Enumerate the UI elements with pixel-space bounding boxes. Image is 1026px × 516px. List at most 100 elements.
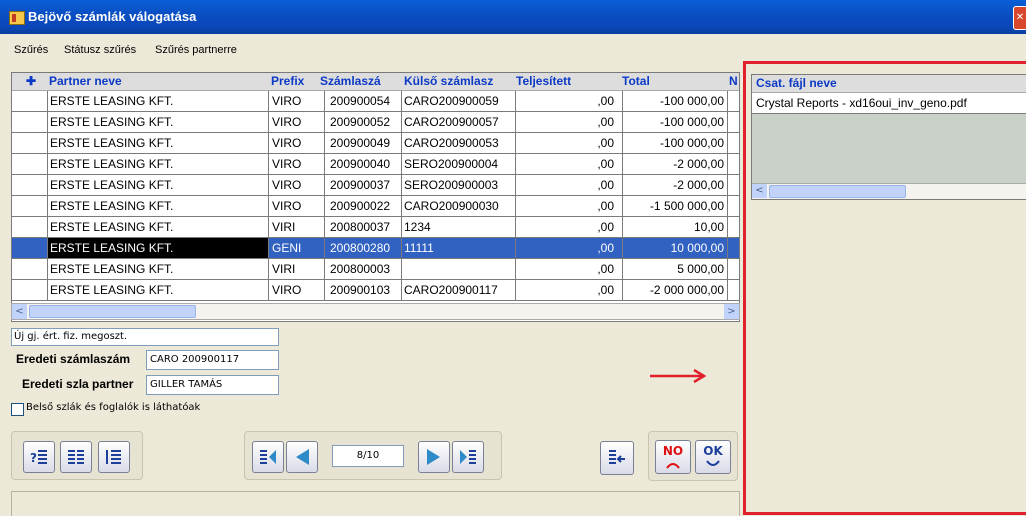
menu-szures[interactable]: Szűrés [14,44,48,56]
teljesitett-cell: ,00 [597,220,614,234]
close-button[interactable]: ✕ [1013,6,1026,30]
table-row[interactable]: ERSTE LEASING KFT. VIRO 200900049 CARO20090… [12,133,739,154]
column-separator [515,259,516,279]
attachment-scrollbar[interactable]: < [752,183,1026,199]
scroll-left-icon[interactable]: < [12,304,27,319]
scroll-thumb[interactable] [29,305,196,318]
menu-statusz-szures[interactable]: Státusz szűrés [64,44,136,56]
help-list-button[interactable]: ? [23,441,55,473]
kulso-szamlaszam-cell: CARO200900059 [404,94,499,108]
table-row[interactable]: ERSTE LEASING KFT. VIRO 200900103 CARO20090… [12,280,739,301]
column-separator [324,133,325,153]
title-bar: Bejövő számlák válogatása ✕ [0,0,1026,34]
eredeti-szamlaszam-input[interactable]: CARO 200900117 [146,350,279,370]
view-buttons-group: ? [11,431,143,480]
belso-checkbox[interactable] [11,403,24,416]
teljesitett-cell: ,00 [597,199,614,213]
previous-record-button[interactable] [286,441,318,473]
row-selector[interactable] [12,238,48,258]
last-record-button[interactable] [452,441,484,473]
table-row[interactable]: ERSTE LEASING KFT. VIRO 200900022 CARO20090… [12,196,739,217]
attachment-scroll-left-icon[interactable]: < [752,184,767,198]
row-selector[interactable] [12,259,48,279]
partner-cell: ERSTE LEASING KFT. [50,136,174,150]
column-separator [324,154,325,174]
column-separator [268,238,269,258]
dialog-buttons-group: NO OK [648,431,738,481]
kulso-szamlaszam-cell: SERO200900003 [404,178,499,192]
row-selector[interactable] [12,280,48,300]
column-separator [727,259,728,279]
attachment-scroll-thumb[interactable] [769,185,906,198]
col-partner-neve[interactable]: Partner neve [49,74,122,88]
col-szamlaszam[interactable]: Számlaszá [320,74,381,88]
column-separator [515,91,516,111]
column-separator [401,175,402,195]
row-selector[interactable] [12,91,48,111]
fiz-megoszt-field[interactable]: Új gj. ért. fiz. megoszt. [11,328,279,346]
eredeti-partner-label: Eredeti szla partner [22,377,134,391]
col-kulso-szamlaszam[interactable]: Külső számlasz [404,74,493,88]
row-selector[interactable] [12,112,48,132]
col-total[interactable]: Total [622,74,650,88]
table-row[interactable]: ERSTE LEASING KFT. VIRO 200900037 SERO20090… [12,175,739,196]
list-view-button[interactable] [98,441,130,473]
menu-bar: Szűrés Státusz szűrés Szűrés partnerre [0,34,1026,56]
column-separator [401,112,402,132]
szamlaszam-cell: 200900054 [330,94,391,108]
col-prefix[interactable]: Prefix [271,74,304,88]
column-separator [727,91,728,111]
menu-szures-partnerre[interactable]: Szűrés partnerre [155,44,237,56]
attachment-grid[interactable]: Csat. fájl neve Crystal Reports - xd16ou… [751,74,1026,200]
table-row[interactable]: ERSTE LEASING KFT. VIRO 200900054 CARO20090… [12,91,739,112]
list-icon [106,450,121,464]
column-separator [515,112,516,132]
attachment-panel: Csat. fájl neve Crystal Reports - xd16ou… [743,61,1026,515]
grid-rows: ERSTE LEASING KFT. VIRO 200900054 CARO20090… [12,91,739,301]
no-label: NO [662,444,684,458]
row-selector[interactable] [12,196,48,216]
first-record-button[interactable] [252,441,284,473]
table-row[interactable]: ERSTE LEASING KFT. VIRI 200800003 ,00 5 000,… [12,259,739,280]
column-separator [268,196,269,216]
column-separator [324,217,325,237]
invoice-grid[interactable]: ✚ Partner neve Prefix Számlaszá Külső sz… [11,72,740,322]
attachment-file-name: Crystal Reports - xd16oui_inv_geno.pdf [756,96,967,110]
column-separator [324,196,325,216]
scroll-right-icon[interactable]: > [724,304,739,319]
column-separator [727,217,728,237]
table-row[interactable]: ERSTE LEASING KFT. VIRO 200900052 CARO20090… [12,112,739,133]
columns-view-button[interactable] [60,441,92,473]
column-separator [324,175,325,195]
szamlaszam-cell: 200900052 [330,115,391,129]
table-row[interactable]: ERSTE LEASING KFT. GENI 200800280 11111 ,00 1… [12,238,739,259]
col-teljesitett[interactable]: Teljesített [516,74,571,88]
total-cell: -100 000,00 [659,94,724,108]
no-button[interactable]: NO [655,440,691,474]
add-column-icon[interactable]: ✚ [26,74,36,88]
row-selector[interactable] [12,154,48,174]
table-row[interactable]: ERSTE LEASING KFT. VIRO 200900040 SERO20090… [12,154,739,175]
row-selector[interactable] [12,133,48,153]
kulso-szamlaszam-cell: SERO200900004 [404,157,499,171]
column-separator [324,91,325,111]
col-csat-fajl-neve[interactable]: Csat. fájl neve [756,76,837,90]
prefix-cell: VIRO [272,199,302,213]
col-n[interactable]: N [729,74,738,88]
attachment-row[interactable]: Crystal Reports - xd16oui_inv_geno.pdf [752,93,1026,114]
previous-icon [296,449,309,465]
column-separator [268,154,269,174]
prefix-cell: GENI [272,241,302,255]
table-row[interactable]: ERSTE LEASING KFT. VIRI 200800037 1234 ,00 10… [12,217,739,238]
next-record-button[interactable] [418,441,450,473]
row-selector[interactable] [12,175,48,195]
row-selector[interactable] [12,217,48,237]
grid-horizontal-scrollbar[interactable]: < > [11,303,740,320]
ok-button[interactable]: OK [695,440,731,474]
column-separator [727,133,728,153]
column-separator [268,112,269,132]
total-cell: 10 000,00 [670,241,724,255]
export-button[interactable] [600,441,634,475]
eredeti-partner-input[interactable]: GILLER TAMÁS [146,375,279,395]
last-record-icon [460,450,476,464]
